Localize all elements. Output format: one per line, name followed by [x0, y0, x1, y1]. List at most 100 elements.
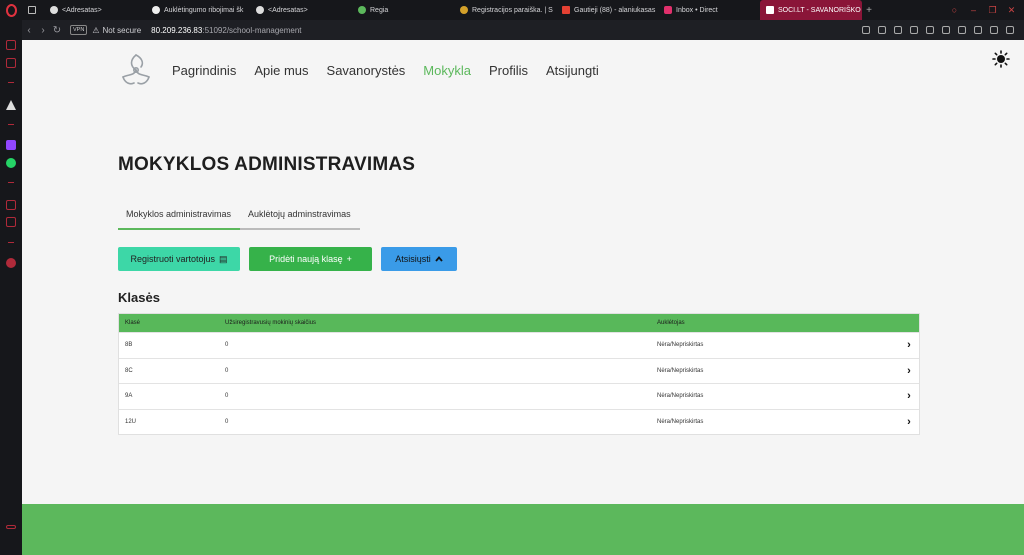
cell-class: 9A	[125, 393, 133, 400]
bookmark-icon[interactable]	[862, 26, 870, 34]
aria-icon[interactable]	[6, 100, 16, 110]
tab-7[interactable]: Inbox • Direct	[658, 0, 760, 20]
extensions-icon[interactable]	[974, 26, 982, 34]
new-tab-button[interactable]: +	[862, 5, 876, 16]
button-label: Pridėti naują klasę	[269, 254, 343, 264]
forward-icon[interactable]: ›	[36, 25, 50, 36]
easy-setup-icon[interactable]	[958, 26, 966, 34]
tab-label: <Adresatas>	[268, 6, 308, 14]
table-row[interactable]: 12U 0 Nėra/Nepriskirtas ›	[119, 408, 919, 435]
tab-school-admin[interactable]: Mokyklos administravimas	[118, 204, 241, 230]
reload-icon[interactable]: ↻	[50, 25, 64, 36]
sun-icon[interactable]	[992, 50, 1010, 68]
tab-5[interactable]: Registracijos paraiška. | S	[454, 0, 556, 20]
tab-label: Inbox • Direct	[676, 6, 718, 14]
tab-4[interactable]: Regia	[352, 0, 454, 20]
button-label: Registruoti vartotojus	[130, 254, 216, 264]
crypto-icon[interactable]	[6, 258, 16, 268]
address-bar-actions	[862, 26, 1024, 34]
nav-link-logout[interactable]: Atsijungti	[546, 63, 599, 78]
whatsapp-icon[interactable]	[6, 158, 16, 168]
header-student-count: Užsiregistravusių mokinių skaičius	[225, 320, 317, 326]
header-class: Klasė	[125, 320, 141, 326]
url-field[interactable]: 80.209.236.83:51092/school-management	[151, 26, 301, 35]
cell-class: 8C	[125, 367, 133, 374]
tab-teacher-admin[interactable]: Auklėtojų adminstravimas	[240, 204, 360, 230]
download-icon[interactable]	[910, 26, 918, 34]
vpn-badge[interactable]: VPN	[70, 25, 88, 35]
gmail-icon	[562, 6, 570, 14]
nav-link-about[interactable]: Apie mus	[254, 63, 308, 78]
snapshot-icon[interactable]	[878, 26, 886, 34]
tab-label: Gautieji (88) - alaniukasas	[574, 6, 656, 14]
window-icon	[28, 6, 36, 14]
nav-link-school[interactable]: Mokykla	[423, 63, 471, 78]
play-icon[interactable]	[926, 26, 934, 34]
tab-3[interactable]: <Adresatas>	[250, 0, 352, 20]
section-title-classes: Klasės	[118, 290, 160, 305]
page-title: MOKYKLOS ADMINISTRAVIMAS	[118, 154, 416, 175]
tab-1[interactable]: <Adresatas>	[44, 0, 146, 20]
button-label: Atsisiųsti	[395, 254, 431, 264]
add-class-button[interactable]: Pridėti naują klasę +	[249, 247, 372, 271]
extensions-sidebar-icon[interactable]	[6, 217, 16, 227]
classes-table: Klasė Užsiregistravusių mokinių skaičius…	[118, 313, 920, 435]
soci-logo-icon[interactable]	[116, 50, 156, 90]
shield-icon[interactable]	[894, 26, 902, 34]
cell-teacher: Nėra/Nepriskirtas	[657, 342, 704, 349]
site-navigation: Pagrindinis Apie mus Savanorystės Mokykl…	[116, 50, 617, 90]
download-button[interactable]: Atsisiųsti	[381, 247, 457, 271]
sidebar-divider	[8, 124, 14, 125]
cell-class: 12U	[125, 418, 137, 425]
search-tabs-icon[interactable]: ○	[950, 5, 959, 15]
table-row[interactable]: 8C 0 Nėra/Nepriskirtas ›	[119, 357, 919, 384]
tab-6[interactable]: Gautieji (88) - alaniukasas	[556, 0, 658, 20]
table-header: Klasė Užsiregistravusių mokinių skaičius…	[119, 314, 919, 332]
tab-label: <Adresatas>	[62, 6, 102, 14]
cell-count: 0	[225, 367, 229, 374]
more-icon[interactable]	[6, 525, 16, 529]
cell-count: 0	[225, 342, 229, 349]
chevron-right-icon[interactable]: ›	[899, 416, 919, 428]
tab-strip: <Adresatas> Auklėtingumo ribojimai šk <A…	[22, 0, 950, 20]
register-users-button[interactable]: Registruoti vartotojus ▤	[118, 247, 240, 271]
globe-icon	[50, 6, 58, 14]
speed-dial-icon[interactable]	[6, 58, 16, 68]
tab-label: SOCI.LT - SAVANORIŠKO	[778, 6, 861, 14]
warning-icon: ⚠	[92, 25, 100, 35]
cell-teacher: Nėra/Nepriskirtas	[657, 393, 704, 400]
security-indicator[interactable]: ⚠ Not secure	[92, 26, 141, 35]
chevron-right-icon[interactable]: ›	[899, 390, 919, 402]
twitch-icon[interactable]	[6, 140, 16, 150]
instagram-icon	[664, 6, 672, 14]
tab-label: Registracijos paraiška. | S	[472, 6, 553, 14]
tab-active[interactable]: SOCI.LT - SAVANORIŠKO	[760, 0, 862, 20]
browser-tab-bar: <Adresatas> Auklėtingumo ribojimai šk <A…	[0, 0, 1024, 20]
tab-0[interactable]	[22, 0, 44, 20]
wallet-icon[interactable]	[6, 200, 16, 210]
table-row[interactable]: 8B 0 Nėra/Nepriskirtas ›	[119, 332, 919, 358]
nav-link-home[interactable]: Pagrindinis	[172, 63, 236, 78]
action-buttons: Registruoti vartotojus ▤ Pridėti naują k…	[118, 247, 457, 271]
close-icon[interactable]: ✕	[1007, 5, 1016, 15]
chevron-right-icon[interactable]: ›	[899, 365, 919, 377]
nav-link-profile[interactable]: Profilis	[489, 63, 528, 78]
heart-icon[interactable]	[942, 26, 950, 34]
globe-icon	[256, 6, 264, 14]
downloads-icon[interactable]	[990, 26, 998, 34]
page-icon	[152, 6, 160, 14]
back-icon[interactable]: ‹	[22, 25, 36, 36]
nav-link-volunteering[interactable]: Savanorystės	[327, 63, 406, 78]
table-row[interactable]: 9A 0 Nėra/Nepriskirtas ›	[119, 383, 919, 409]
chevron-up-icon	[435, 256, 443, 262]
chevron-right-icon[interactable]: ›	[899, 339, 919, 351]
menu-icon[interactable]	[1006, 26, 1014, 34]
web-page: Pagrindinis Apie mus Savanorystės Mokykl…	[22, 40, 1024, 555]
plus-icon: +	[346, 254, 352, 264]
tab-2[interactable]: Auklėtingumo ribojimai šk	[146, 0, 250, 20]
header-teacher: Auklėtojas	[657, 320, 685, 326]
home-icon[interactable]	[6, 40, 16, 50]
maximize-icon[interactable]: ❐	[988, 5, 997, 15]
opera-logo-icon[interactable]	[0, 0, 22, 20]
minimize-icon[interactable]: –	[969, 5, 978, 15]
